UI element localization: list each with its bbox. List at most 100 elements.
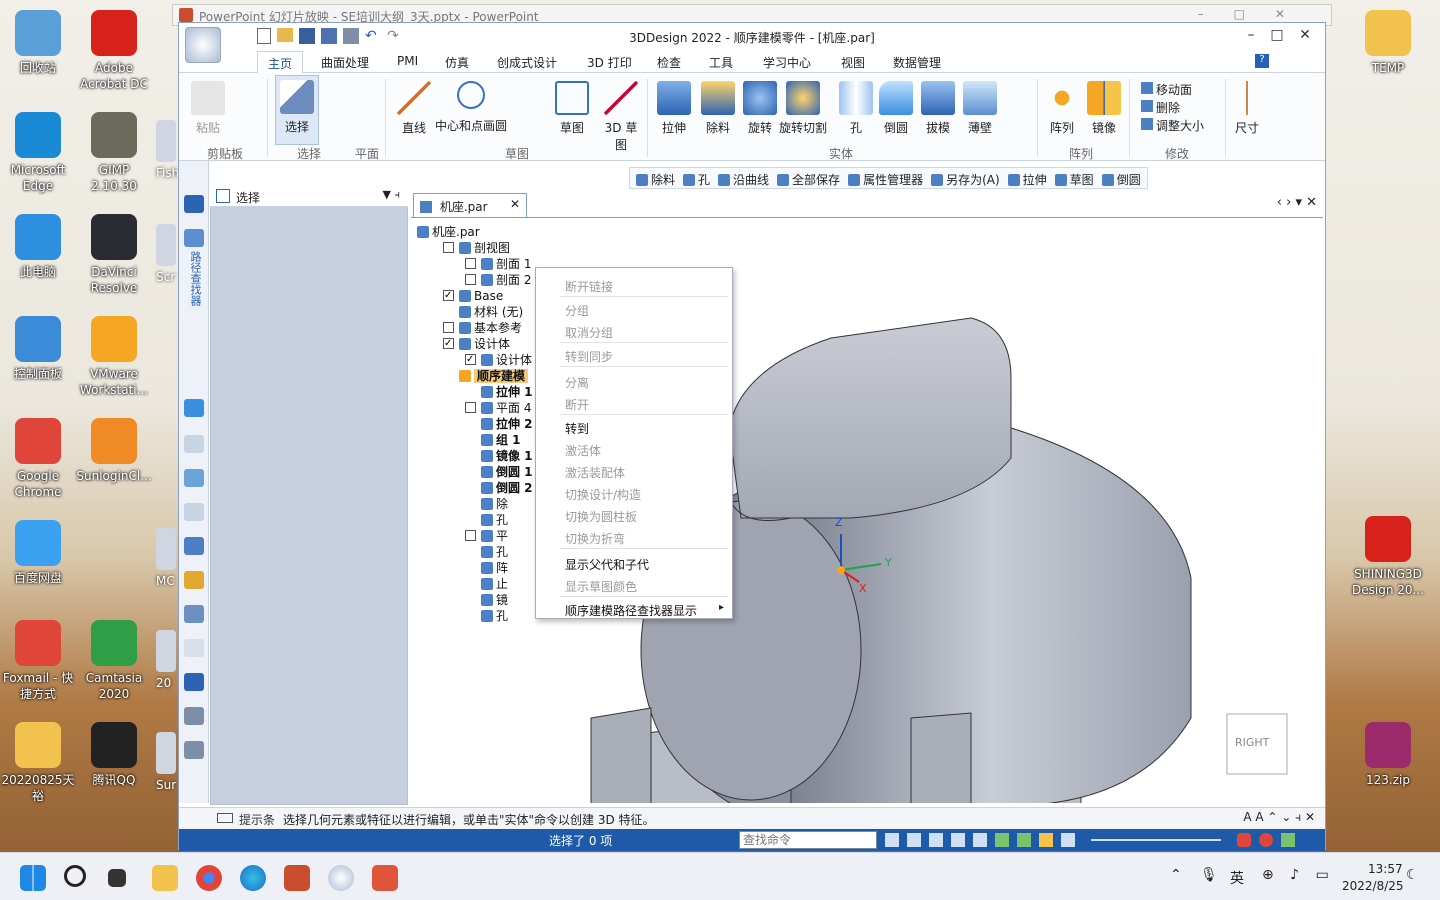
close-button[interactable]: ✕ <box>1293 27 1317 43</box>
pan-icon[interactable] <box>973 833 987 847</box>
document-tab-close-icon[interactable]: ✕ <box>510 197 520 211</box>
desktop-icon[interactable]: TEMP <box>1350 10 1426 76</box>
context-menu-item[interactable]: 转到 <box>565 420 589 437</box>
tree-item[interactable]: 孔 <box>481 512 508 528</box>
viewport-close-icon[interactable]: ‹ › ▾ ✕ <box>1277 195 1317 210</box>
pathfinder-icon[interactable] <box>184 229 204 247</box>
partial-desktop-icon[interactable]: Scr <box>156 224 176 284</box>
partial-desktop-icon[interactable]: Sur <box>156 732 176 792</box>
desktop-icon[interactable]: 此电脑 <box>0 214 76 280</box>
thin-wall-button[interactable]: 薄壁 <box>963 81 997 136</box>
maximize-button[interactable]: □ <box>1265 27 1289 43</box>
cmd-sketch[interactable]: 草图 <box>1054 171 1094 187</box>
clock-date[interactable]: 2022/8/25 <box>1342 879 1404 893</box>
extrude-button[interactable]: 拉伸 <box>657 81 691 136</box>
pattern-button[interactable]: 阵列 <box>1045 81 1079 136</box>
layers-icon[interactable] <box>184 399 204 417</box>
prompt-bar-controls[interactable]: A A ⌃ ⌄ ⫞ ✕ <box>1243 810 1315 825</box>
tree-item[interactable]: 除 <box>481 496 508 512</box>
desktop-icon[interactable]: 控制面板 <box>0 316 76 382</box>
tab-tools[interactable]: 工具 <box>709 54 733 71</box>
context-menu-item[interactable]: 转到同步 <box>565 348 613 365</box>
cmd-cutout[interactable]: 除料 <box>636 171 675 187</box>
record-icons[interactable] <box>1237 833 1295 847</box>
desktop-icon[interactable]: 123.zip <box>1350 722 1426 788</box>
tab-learning[interactable]: 学习中心 <box>763 54 811 71</box>
tree-item[interactable]: 拉伸 2 <box>481 416 533 432</box>
record-icon[interactable] <box>1259 833 1273 847</box>
desktop-icon[interactable]: Camtasia 2020 <box>76 620 152 702</box>
tree-item[interactable]: 阵 <box>481 560 508 576</box>
zoom-icon[interactable] <box>929 833 943 847</box>
tab-pmi[interactable]: PMI <box>397 54 418 68</box>
feature-library-icon[interactable] <box>184 195 204 213</box>
app-logo-icon[interactable] <box>185 27 221 63</box>
tab-surfacing[interactable]: 曲面处理 <box>321 54 369 71</box>
tree-item[interactable]: 剖面 2 <box>465 272 531 288</box>
desktop-icon[interactable]: 腾讯QQ <box>76 722 152 788</box>
tree-item[interactable]: 设计体 <box>465 352 532 368</box>
modify-delete[interactable]: 删除 <box>1141 99 1180 116</box>
notification-icon[interactable]: ☾ <box>1406 867 1419 883</box>
desktop-icon[interactable]: Foxmail - 快捷方式 <box>0 620 76 702</box>
desktop-icon[interactable]: SunloginCl... <box>76 418 152 484</box>
tree-item[interactable]: 材料 (无) <box>459 304 523 320</box>
zoom-area-icon[interactable] <box>907 833 921 847</box>
tree-item[interactable]: 平面 4 <box>465 400 531 416</box>
revolve-cut-button[interactable]: 旋转切割 <box>779 81 827 136</box>
revolve-button[interactable]: 旋转 <box>743 81 777 136</box>
desktop-icon[interactable]: SHINING3D Design 20... <box>1350 516 1426 598</box>
desktop-icon[interactable]: 回收站 <box>0 10 76 76</box>
desktop-icon[interactable]: Microsoft Edge <box>0 112 76 194</box>
tree-checkbox[interactable] <box>443 288 454 304</box>
document-tab[interactable]: 机座.par ✕ <box>413 193 527 217</box>
select-button[interactable]: 选择 <box>275 75 319 145</box>
tree-item[interactable]: 设计体 <box>443 336 510 352</box>
context-menu-item[interactable]: 激活装配体 <box>565 464 625 481</box>
context-menu-item[interactable]: 分离 <box>565 374 589 391</box>
key-icon[interactable] <box>184 571 204 589</box>
microphone-icon[interactable]: 🎙 <box>1200 867 1218 883</box>
tree-item[interactable]: 倒圆 1 <box>481 464 533 480</box>
video-icon[interactable] <box>1237 833 1251 847</box>
partial-desktop-icon[interactable]: 20 <box>156 630 176 690</box>
comment-icon[interactable] <box>184 639 204 657</box>
tree-item[interactable]: 机座.par <box>417 224 480 240</box>
desktop-icon[interactable]: Adobe Acrobat DC <box>76 10 152 92</box>
context-menu-item[interactable]: 断开链接 <box>565 278 613 295</box>
draft-button[interactable]: 拔模 <box>921 81 955 136</box>
paste-button[interactable]: 粘贴 <box>191 81 225 136</box>
circle-button[interactable]: 中心和点画圆 <box>435 81 507 134</box>
tree-item[interactable]: 组 1 <box>481 432 521 448</box>
tree-item[interactable]: 基本参考 <box>443 320 522 336</box>
tree-checkbox[interactable] <box>443 322 454 333</box>
camtasia-icon[interactable] <box>372 865 398 891</box>
tree-item[interactable]: 剖视图 <box>443 240 510 256</box>
help-icon[interactable]: ? <box>1255 54 1269 68</box>
cmd-round[interactable]: 倒圆 <box>1101 171 1141 187</box>
tree-checkbox[interactable] <box>465 402 476 413</box>
grid-icon[interactable] <box>184 503 204 521</box>
tree-item[interactable]: 顺序建模 <box>459 368 529 384</box>
fit-icon[interactable] <box>951 833 965 847</box>
view-style-icon[interactable] <box>1061 833 1075 847</box>
ime-indicator[interactable]: 英 <box>1230 868 1244 888</box>
spin-icon[interactable] <box>1017 833 1031 847</box>
tree-checkbox[interactable] <box>443 242 454 253</box>
tab-simulation[interactable]: 仿真 <box>445 54 469 71</box>
cmd-save-as[interactable]: 另存为(A) <box>931 171 1000 187</box>
desktop-icon[interactable]: DaVinci Resolve <box>76 214 152 296</box>
task-view-icon[interactable] <box>108 869 126 887</box>
upload-icon[interactable] <box>1281 833 1295 847</box>
hierarchy-icon[interactable] <box>184 707 204 725</box>
find-command-input[interactable] <box>739 831 877 849</box>
context-menu-item[interactable]: 切换为折弯 <box>565 530 625 547</box>
selection-panel[interactable] <box>210 185 408 805</box>
shade-icon[interactable] <box>1039 833 1053 847</box>
search-icon[interactable] <box>64 865 86 887</box>
help-panel-icon[interactable] <box>184 435 204 453</box>
desktop-icon[interactable]: 20220825天裕 <box>0 722 76 804</box>
ppt-window-controls[interactable]: –□✕ <box>1198 7 1315 21</box>
tab-3d-print[interactable]: 3D 打印 <box>587 54 632 71</box>
cmd-extrude[interactable]: 拉伸 <box>1007 171 1047 187</box>
